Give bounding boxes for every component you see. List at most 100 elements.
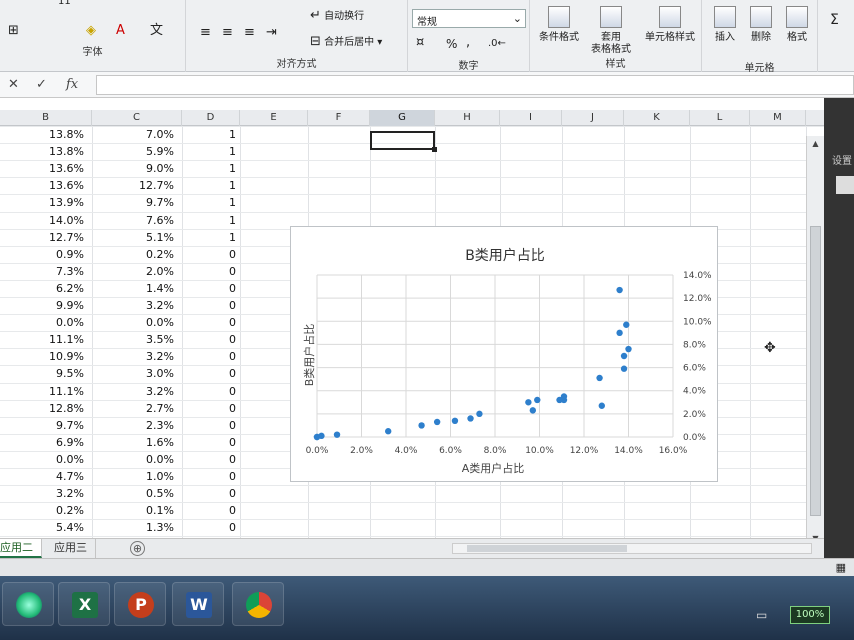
cell-b-4[interactable]: 13.6% <box>10 177 84 194</box>
cell-c-19[interactable]: 1.6% <box>104 434 174 451</box>
merge-center-button[interactable]: ⊟ 合并后居中 ▾ <box>310 33 382 48</box>
chart-point[interactable] <box>620 352 628 360</box>
comma-button[interactable]: , <box>466 35 470 50</box>
cell-styles-button[interactable]: 单元格样式 <box>638 6 702 44</box>
cell-b-14[interactable]: 10.9% <box>10 348 84 365</box>
cell-c-9[interactable]: 2.0% <box>104 263 174 280</box>
cell-d-18[interactable]: 0 <box>190 417 236 434</box>
insert-function-icon[interactable]: fx <box>66 77 78 92</box>
cell-c-10[interactable]: 1.4% <box>104 280 174 297</box>
percent-button[interactable]: % <box>446 37 457 51</box>
column-header-b[interactable]: B <box>0 110 92 126</box>
cell-c-15[interactable]: 3.0% <box>104 365 174 382</box>
conditional-format-button[interactable]: 条件格式 <box>536 6 582 44</box>
cell-b-8[interactable]: 0.9% <box>10 246 84 263</box>
tray-network-icon[interactable]: ▭ <box>756 608 767 622</box>
format-button[interactable]: 格式 <box>774 6 820 44</box>
cell-c-4[interactable]: 12.7% <box>104 177 174 194</box>
cell-b-19[interactable]: 6.9% <box>10 434 84 451</box>
cell-c-22[interactable]: 0.5% <box>104 485 174 502</box>
number-format-select[interactable]: 常规 ⌄ <box>412 9 526 28</box>
layout-view-icon[interactable]: ▦ <box>836 561 846 574</box>
cancel-icon[interactable]: ✕ <box>8 77 19 92</box>
cell-c-18[interactable]: 2.3% <box>104 417 174 434</box>
column-header-e[interactable]: E <box>240 110 308 126</box>
pane-tool-icon[interactable] <box>836 176 854 194</box>
chart-point[interactable] <box>625 345 632 353</box>
cell-c-17[interactable]: 2.7% <box>104 400 174 417</box>
cell-d-24[interactable]: 0 <box>190 519 236 536</box>
fill-color-icon[interactable]: ◈ <box>86 24 96 37</box>
horizontal-scroll-thumb[interactable] <box>467 545 627 552</box>
cell-c-13[interactable]: 3.5% <box>104 331 174 348</box>
chart-point[interactable] <box>467 415 474 422</box>
autosum-button[interactable]: Σ <box>830 12 839 28</box>
scroll-up-icon[interactable]: ▲ <box>810 138 821 149</box>
add-sheet-icon[interactable]: ⊕ <box>130 541 145 556</box>
cell-c-7[interactable]: 5.1% <box>104 229 174 246</box>
cell-b-13[interactable]: 11.1% <box>10 331 84 348</box>
font-color-icon[interactable]: A <box>116 24 125 37</box>
chart-point[interactable] <box>534 396 541 404</box>
cell-b-22[interactable]: 3.2% <box>10 485 84 502</box>
cell-d-20[interactable]: 0 <box>190 451 236 468</box>
table-format-button[interactable]: 套用 表格格式 <box>588 6 634 56</box>
currency-icon[interactable]: ¤ <box>416 36 424 49</box>
cell-d-17[interactable]: 0 <box>190 400 236 417</box>
enter-icon[interactable]: ✓ <box>36 77 47 92</box>
cell-c-16[interactable]: 3.2% <box>104 383 174 400</box>
cell-c-8[interactable]: 0.2% <box>104 246 174 263</box>
cell-b-6[interactable]: 14.0% <box>10 212 84 229</box>
column-header-i[interactable]: I <box>500 110 562 126</box>
chart-point[interactable] <box>616 286 623 294</box>
taskbar-chrome[interactable] <box>232 582 284 626</box>
cell-b-10[interactable]: 6.2% <box>10 280 84 297</box>
chart-point[interactable] <box>333 431 341 438</box>
chart-point[interactable] <box>596 374 603 382</box>
cell-c-5[interactable]: 9.7% <box>104 194 174 211</box>
chart-point[interactable] <box>418 422 425 429</box>
sheet-tab-2[interactable]: 应用三 <box>46 539 96 558</box>
cell-b-3[interactable]: 13.6% <box>10 160 84 177</box>
border-icon[interactable]: ⊞ <box>8 24 19 37</box>
chart-point[interactable] <box>598 402 605 409</box>
cell-c-24[interactable]: 1.3% <box>104 519 174 536</box>
cell-c-12[interactable]: 0.0% <box>104 314 174 331</box>
taskbar-powerpoint[interactable]: P <box>114 582 166 626</box>
chart-point[interactable] <box>560 396 568 404</box>
taskbar-excel[interactable]: X <box>58 582 110 626</box>
font-size-box[interactable]: 11 <box>58 0 71 7</box>
vertical-scrollbar[interactable]: ▲ ▼ <box>806 136 824 546</box>
formula-input[interactable] <box>96 75 854 95</box>
cell-c-3[interactable]: 9.0% <box>104 160 174 177</box>
cell-d-3[interactable]: 1 <box>190 160 236 177</box>
cell-b-2[interactable]: 13.8% <box>10 143 84 160</box>
cell-d-21[interactable]: 0 <box>190 468 236 485</box>
cell-d-9[interactable]: 0 <box>190 263 236 280</box>
indent-icon[interactable]: ⇥ <box>266 26 277 39</box>
cell-b-17[interactable]: 12.8% <box>10 400 84 417</box>
vertical-scroll-thumb[interactable] <box>810 226 821 516</box>
cell-c-20[interactable]: 0.0% <box>104 451 174 468</box>
cell-b-24[interactable]: 5.4% <box>10 519 84 536</box>
cell-d-11[interactable]: 0 <box>190 297 236 314</box>
cell-b-5[interactable]: 13.9% <box>10 194 84 211</box>
column-header-m[interactable]: M <box>750 110 806 126</box>
column-header-j[interactable]: J <box>562 110 624 126</box>
cell-d-4[interactable]: 1 <box>190 177 236 194</box>
cell-b-9[interactable]: 7.3% <box>10 263 84 280</box>
battery-indicator[interactable]: 100% <box>790 606 830 624</box>
cell-c-2[interactable]: 5.9% <box>104 143 174 160</box>
worksheet[interactable]: BCDEFGHIJKLM 13.8% 7.0% 1 13.8% 5.9% 1 13.6% 9.… <box>0 98 824 538</box>
column-header-c[interactable]: C <box>92 110 182 126</box>
cell-b-11[interactable]: 9.9% <box>10 297 84 314</box>
cell-d-19[interactable]: 0 <box>190 434 236 451</box>
chart-point[interactable] <box>385 428 392 435</box>
cell-d-8[interactable]: 0 <box>190 246 236 263</box>
cell-d-1[interactable]: 1 <box>190 126 236 143</box>
cell-d-15[interactable]: 0 <box>190 365 236 382</box>
cell-d-16[interactable]: 0 <box>190 383 236 400</box>
cell-d-22[interactable]: 0 <box>190 485 236 502</box>
chart-point[interactable] <box>318 432 325 440</box>
cell-c-11[interactable]: 3.2% <box>104 297 174 314</box>
